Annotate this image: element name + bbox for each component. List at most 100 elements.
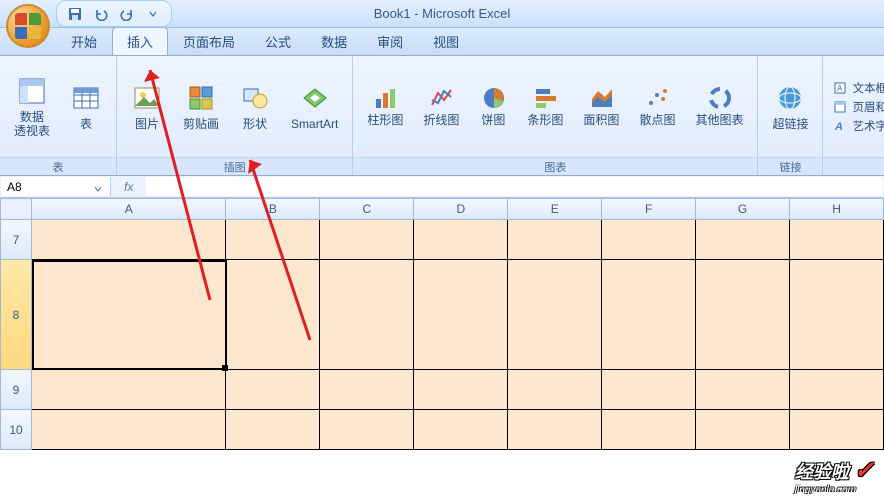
- smartart-button[interactable]: SmartArt: [285, 78, 344, 136]
- bar-chart-button[interactable]: 条形图: [521, 82, 569, 132]
- clipart-icon: [185, 82, 217, 114]
- cell-D9[interactable]: [414, 370, 508, 410]
- cell-C7[interactable]: [320, 220, 414, 260]
- col-header-A[interactable]: A: [32, 198, 226, 220]
- ribbon-tabstrip: 开始 插入 页面布局 公式 数据 审阅 视图: [0, 28, 884, 56]
- cell-C8[interactable]: [320, 260, 414, 370]
- qat-dropdown-icon[interactable]: [145, 6, 161, 22]
- office-logo-icon: [15, 13, 41, 39]
- col-header-E[interactable]: E: [508, 198, 602, 220]
- tab-review[interactable]: 审阅: [362, 27, 418, 55]
- cell-E9[interactable]: [508, 370, 602, 410]
- select-all-corner[interactable]: [0, 198, 32, 220]
- tab-formulas[interactable]: 公式: [250, 27, 306, 55]
- cell-H7[interactable]: [790, 220, 884, 260]
- cell-A9[interactable]: [32, 370, 226, 410]
- save-icon[interactable]: [67, 6, 83, 22]
- cell-E8[interactable]: [508, 260, 602, 370]
- redo-icon[interactable]: [119, 6, 135, 22]
- cell-B9[interactable]: [226, 370, 320, 410]
- tab-pagelayout[interactable]: 页面布局: [168, 27, 250, 55]
- cell-C9[interactable]: [320, 370, 414, 410]
- row-header-7[interactable]: 7: [0, 220, 32, 260]
- pie-chart-button[interactable]: 饼图: [473, 82, 513, 132]
- row-header-8[interactable]: 8: [0, 260, 32, 370]
- name-box[interactable]: A8: [1, 177, 111, 196]
- smartart-label: SmartArt: [291, 118, 338, 132]
- formula-bar: A8 fx: [0, 176, 884, 198]
- cell-G7[interactable]: [696, 220, 790, 260]
- col-header-B[interactable]: B: [226, 198, 320, 220]
- table-label: 表: [80, 118, 92, 132]
- pivot-table-button[interactable]: 数据 透视表: [8, 71, 56, 143]
- tab-view[interactable]: 视图: [418, 27, 474, 55]
- cell-F7[interactable]: [602, 220, 696, 260]
- cell-C10[interactable]: [320, 410, 414, 450]
- cell-H9[interactable]: [790, 370, 884, 410]
- other-chart-button[interactable]: 其他图表: [689, 82, 749, 132]
- group-label-charts: 图表: [353, 157, 757, 175]
- row-header-9[interactable]: 9: [0, 370, 32, 410]
- fx-button[interactable]: fx: [112, 176, 145, 197]
- shapes-button[interactable]: 形状: [233, 78, 277, 136]
- headerfooter-icon: [833, 100, 847, 114]
- formula-input[interactable]: [146, 177, 883, 196]
- scatter-chart-button[interactable]: 散点图: [633, 82, 681, 132]
- col-header-D[interactable]: D: [414, 198, 508, 220]
- tab-insert[interactable]: 插入: [112, 27, 168, 55]
- table-icon: [70, 82, 102, 114]
- cell-F8[interactable]: [602, 260, 696, 370]
- cell-B8[interactable]: [227, 260, 321, 370]
- cell-G10[interactable]: [696, 410, 790, 450]
- column-chart-label: 柱形图: [367, 114, 403, 128]
- col-header-H[interactable]: H: [790, 198, 884, 220]
- textbox-button[interactable]: A文本框: [833, 80, 884, 96]
- cell-D10[interactable]: [414, 410, 508, 450]
- cell-A10[interactable]: [32, 410, 226, 450]
- row-9: 9: [0, 370, 884, 410]
- cell-A7[interactable]: [32, 220, 226, 260]
- col-header-G[interactable]: G: [696, 198, 790, 220]
- column-chart-button[interactable]: 柱形图: [361, 82, 409, 132]
- column-chart-icon: [373, 86, 397, 110]
- textbox-label: 文本框: [852, 80, 884, 96]
- tab-home[interactable]: 开始: [56, 27, 112, 55]
- tab-data[interactable]: 数据: [306, 27, 362, 55]
- col-header-C[interactable]: C: [320, 198, 414, 220]
- worksheet: A B C D E F G H 7 8 9 10: [0, 198, 884, 502]
- cell-B10[interactable]: [226, 410, 320, 450]
- name-box-dropdown-icon[interactable]: [94, 182, 104, 192]
- cell-F10[interactable]: [602, 410, 696, 450]
- shapes-icon: [239, 82, 271, 114]
- cell-E10[interactable]: [508, 410, 602, 450]
- headerfooter-button[interactable]: 页眉和页: [833, 99, 884, 115]
- row-10: 10: [0, 410, 884, 450]
- picture-label: 图片: [135, 118, 159, 132]
- svg-text:A: A: [834, 121, 843, 132]
- office-button[interactable]: [6, 4, 50, 48]
- cell-B7[interactable]: [226, 220, 320, 260]
- cell-F9[interactable]: [602, 370, 696, 410]
- cell-G9[interactable]: [696, 370, 790, 410]
- ribbon-group-tables: 数据 透视表 表 表: [0, 56, 117, 175]
- hyperlink-button[interactable]: 超链接: [766, 78, 814, 136]
- cell-H10[interactable]: [790, 410, 884, 450]
- cell-D7[interactable]: [414, 220, 508, 260]
- line-chart-label: 折线图: [423, 114, 459, 128]
- cell-D8[interactable]: [414, 260, 508, 370]
- line-chart-button[interactable]: 折线图: [417, 82, 465, 132]
- cell-H8[interactable]: [790, 260, 884, 370]
- wordart-button[interactable]: A艺术字: [833, 118, 884, 134]
- cell-E7[interactable]: [508, 220, 602, 260]
- picture-button[interactable]: 图片: [125, 78, 169, 136]
- col-header-F[interactable]: F: [602, 198, 696, 220]
- pivot-table-label: 数据 透视表: [14, 111, 50, 139]
- area-chart-button[interactable]: 面积图: [577, 82, 625, 132]
- clipart-button[interactable]: 剪贴画: [177, 78, 225, 136]
- cell-G8[interactable]: [696, 260, 790, 370]
- table-button[interactable]: 表: [64, 78, 108, 136]
- area-chart-icon: [589, 86, 613, 110]
- cell-A8[interactable]: [32, 260, 227, 370]
- row-header-10[interactable]: 10: [0, 410, 32, 450]
- undo-icon[interactable]: [93, 6, 109, 22]
